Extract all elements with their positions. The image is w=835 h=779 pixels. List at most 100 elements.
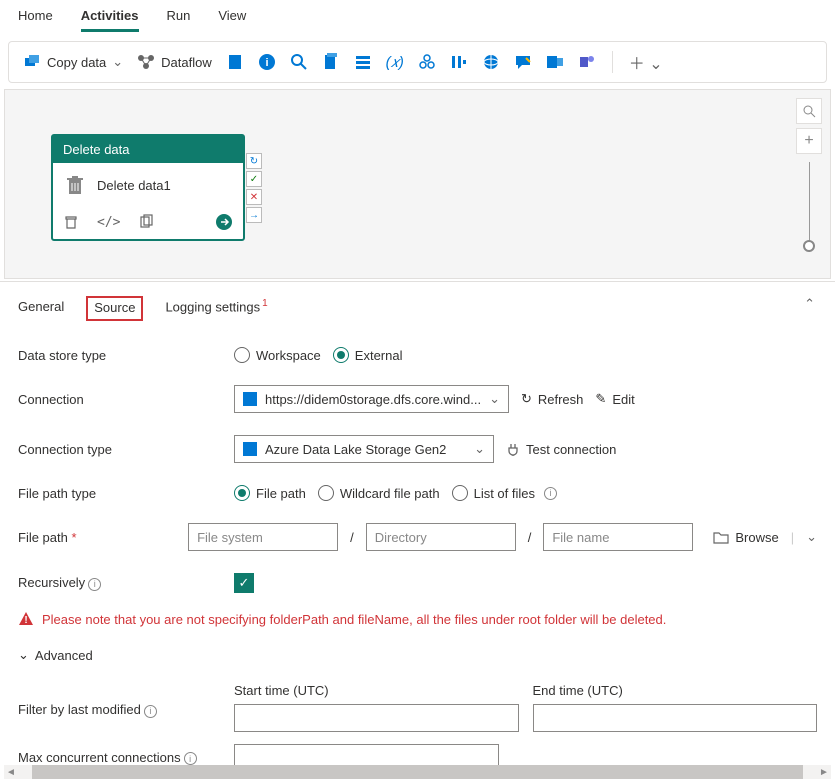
- tab-view[interactable]: View: [218, 8, 246, 32]
- globe-icon[interactable]: [482, 53, 500, 71]
- connection-type-icon: [243, 442, 257, 456]
- chevron-down-icon: ⌄: [18, 647, 29, 663]
- label-data-store-type: Data store type: [18, 348, 234, 363]
- warning-message: ! Please note that you are not specifyin…: [18, 611, 817, 627]
- list-icon[interactable]: [354, 53, 372, 71]
- activity-card-delete-data[interactable]: Delete data Delete data1 </>: [51, 134, 245, 241]
- row-file-path-type: File path type File path Wildcard file p…: [18, 485, 817, 501]
- dataflow-label: Dataflow: [161, 55, 212, 70]
- label-connection-type: Connection type: [18, 442, 234, 457]
- info-icon[interactable]: i: [544, 487, 557, 500]
- directory-input[interactable]: [366, 523, 516, 551]
- top-nav: Home Activities Run View: [0, 0, 835, 33]
- warning-icon: !: [18, 611, 34, 627]
- delete-icon[interactable]: [63, 214, 79, 230]
- toolbar-separator: [612, 51, 613, 73]
- port-fail-icon[interactable]: ✕: [246, 189, 262, 205]
- file-name-input[interactable]: [543, 523, 693, 551]
- search-icon[interactable]: [290, 53, 308, 71]
- start-time-input[interactable]: [234, 704, 519, 732]
- svg-text:!: !: [24, 615, 27, 626]
- separator: |: [791, 530, 794, 545]
- recursively-checkbox[interactable]: ✓: [234, 573, 254, 593]
- radio-list-of-files[interactable]: List of filesi: [452, 485, 557, 501]
- canvas-zoom-in-icon[interactable]: +: [796, 128, 822, 154]
- info-icon[interactable]: i: [184, 752, 197, 765]
- scroll-right-icon[interactable]: ►: [817, 767, 831, 778]
- tab-activities[interactable]: Activities: [81, 8, 139, 32]
- chat-icon[interactable]: [514, 53, 532, 71]
- tab-general[interactable]: General: [18, 299, 64, 318]
- copy-icon[interactable]: [138, 214, 154, 230]
- port-retry-icon[interactable]: ↻: [246, 153, 262, 169]
- add-button[interactable]: ＋ ⌄: [629, 50, 663, 74]
- notebook-icon[interactable]: [226, 53, 244, 71]
- tab-logging-settings[interactable]: Logging settings1: [165, 298, 267, 318]
- label-filter-by: Filter by last modifiedi: [18, 702, 234, 718]
- row-recursively: Recursivelyi ✓: [18, 573, 817, 593]
- pencil-icon: ✎: [595, 391, 606, 407]
- activity-footer: </>: [53, 207, 243, 239]
- path-separator: /: [528, 530, 532, 545]
- edit-button[interactable]: ✎ Edit: [595, 391, 634, 407]
- copy-data-button[interactable]: Copy data ⌄: [23, 53, 123, 71]
- info-icon[interactable]: i: [144, 705, 157, 718]
- connection-type-dropdown[interactable]: Azure Data Lake Storage Gen2 ⌄: [234, 435, 494, 463]
- pipeline-icon[interactable]: [450, 53, 468, 71]
- outlook-icon[interactable]: [546, 53, 564, 71]
- radio-external[interactable]: External: [333, 347, 403, 363]
- row-data-store-type: Data store type Workspace External: [18, 347, 817, 363]
- row-connection: Connection https://didem0storage.dfs.cor…: [18, 385, 817, 413]
- horizontal-scrollbar[interactable]: ◄ ►: [4, 765, 831, 779]
- copy-data-icon: [23, 53, 41, 71]
- copy-data-label: Copy data: [47, 55, 106, 70]
- row-connection-type: Connection type Azure Data Lake Storage …: [18, 435, 817, 463]
- radio-wildcard[interactable]: Wildcard file path: [318, 485, 440, 501]
- info-icon[interactable]: i: [88, 578, 101, 591]
- tab-source[interactable]: Source: [86, 296, 143, 321]
- variable-icon[interactable]: (𝑥): [386, 53, 404, 71]
- end-time-input[interactable]: [533, 704, 818, 732]
- chevron-down-icon: ⌄: [112, 54, 123, 70]
- chevron-down-icon[interactable]: ⌄: [806, 529, 817, 545]
- label-file-path-type: File path type: [18, 486, 234, 501]
- refresh-icon: ↻: [521, 391, 532, 407]
- scrollbar-thumb[interactable]: [32, 765, 803, 779]
- script-icon[interactable]: [322, 53, 340, 71]
- activity-output-ports: ↻ ✓ ✕ →: [246, 153, 262, 223]
- refresh-button[interactable]: ↻ Refresh: [521, 391, 583, 407]
- dataflow-button[interactable]: Dataflow: [137, 53, 212, 71]
- radio-file-path[interactable]: File path: [234, 485, 306, 501]
- collapse-panel-icon[interactable]: ⌃: [804, 296, 815, 312]
- info-icon[interactable]: i: [258, 53, 276, 71]
- teams-icon[interactable]: [578, 53, 596, 71]
- radio-workspace[interactable]: Workspace: [234, 347, 321, 363]
- connection-dropdown[interactable]: https://didem0storage.dfs.core.wind... ⌄: [234, 385, 509, 413]
- tab-home[interactable]: Home: [18, 8, 53, 32]
- run-arrow-icon[interactable]: [215, 213, 233, 231]
- code-icon[interactable]: </>: [97, 215, 120, 230]
- port-success-icon[interactable]: ✓: [246, 171, 262, 187]
- label-start-time: Start time (UTC): [234, 683, 519, 698]
- advanced-toggle[interactable]: ⌄ Advanced: [18, 647, 817, 663]
- canvas-search-icon[interactable]: [796, 98, 822, 124]
- properties-panel: ⌃ General Source Logging settings1 Data …: [0, 281, 835, 779]
- label-connection: Connection: [18, 392, 234, 407]
- canvas-controls: +: [796, 98, 822, 252]
- label-end-time: End time (UTC): [533, 683, 818, 698]
- chevron-down-icon: ⌄: [474, 441, 485, 457]
- pipeline-canvas[interactable]: Delete data Delete data1 </> ↻ ✓ ✕ → +: [4, 89, 831, 279]
- test-connection-button[interactable]: Test connection: [506, 442, 616, 457]
- port-skip-icon[interactable]: →: [246, 207, 262, 223]
- chevron-down-icon: ⌄: [489, 391, 500, 407]
- label-max-concurrent: Max concurrent connectionsi: [18, 750, 234, 766]
- tab-run[interactable]: Run: [167, 8, 191, 32]
- zoom-slider[interactable]: [809, 162, 810, 252]
- webhook-icon[interactable]: [418, 53, 436, 71]
- browse-button[interactable]: Browse: [713, 530, 778, 545]
- zoom-slider-knob[interactable]: [803, 240, 815, 252]
- trash-icon: [63, 173, 87, 197]
- file-system-input[interactable]: [188, 523, 338, 551]
- path-separator: /: [350, 530, 354, 545]
- scroll-left-icon[interactable]: ◄: [4, 767, 18, 778]
